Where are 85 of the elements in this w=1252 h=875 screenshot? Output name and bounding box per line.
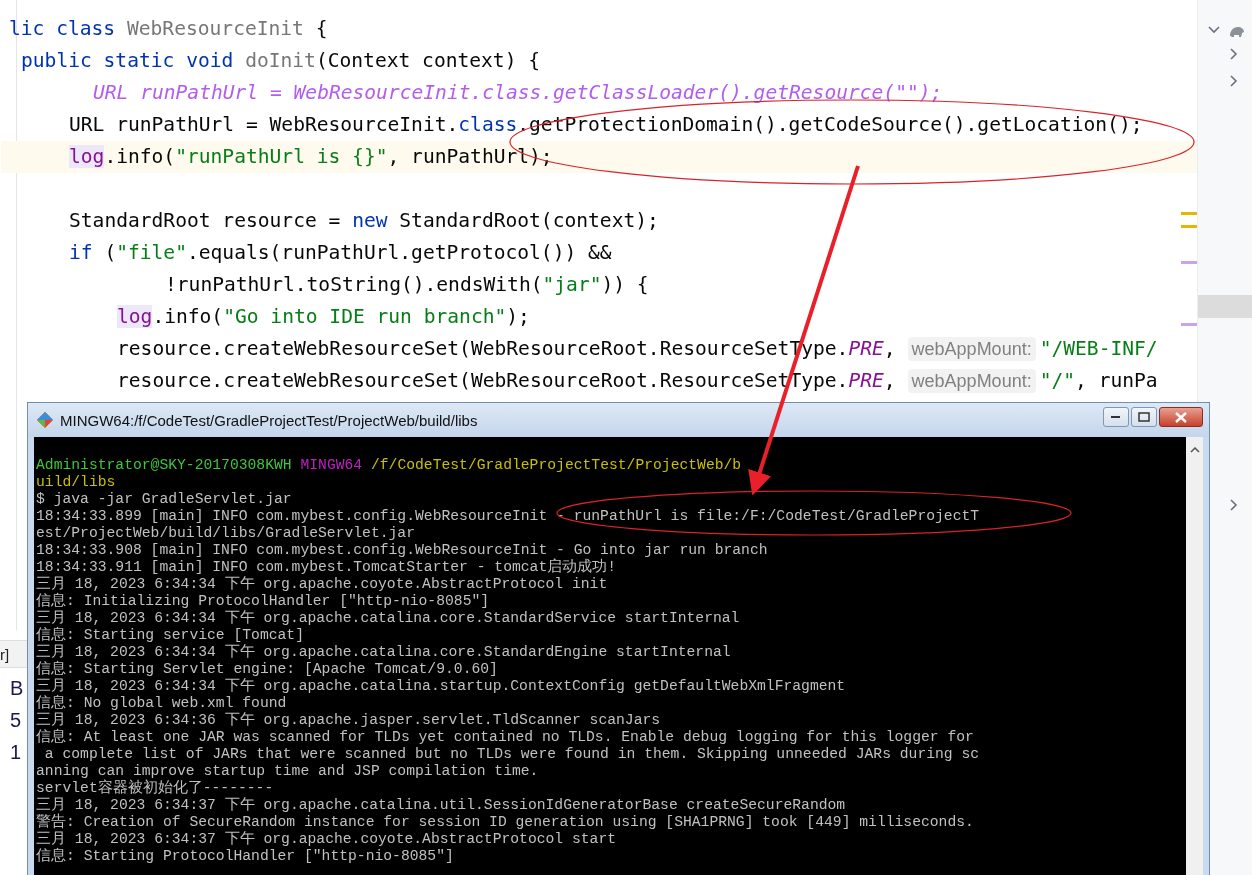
- minimize-button[interactable]: [1103, 407, 1129, 427]
- code-token: ,: [883, 337, 896, 360]
- code-token: "/WEB-INF/: [1039, 337, 1158, 360]
- minimize-icon: [1111, 415, 1121, 419]
- code-token: );: [506, 305, 530, 328]
- maximize-button[interactable]: [1131, 407, 1157, 427]
- chevron-right-icon[interactable]: [1230, 48, 1238, 60]
- terminal-output: 三月 18, 2023 6:34:34 下午 org.apache.catalina.startup.ContextConfig getDefaultWebXmlFragment: [36, 678, 846, 694]
- code-token: "runPathUrl is {}": [175, 145, 388, 168]
- code-token: PRE: [848, 369, 884, 392]
- parameter-hint: webAppMount:: [907, 369, 1036, 393]
- scrollbar[interactable]: [1186, 437, 1203, 875]
- code-token: )) {: [601, 273, 649, 296]
- terminal-output: 信息: Initializing ProtocolHandler ["http-nio-8085"]: [36, 593, 490, 609]
- code-token: "jar": [542, 273, 602, 296]
- prompt-path: uild/libs: [36, 474, 116, 490]
- code-token: URL runPathUrl = WebResourceInit.class.getClassLoader().getResource("");: [93, 81, 943, 104]
- terminal-output: anning can improve startup time and JSP compilation time.: [36, 763, 539, 779]
- prompt-shell: MINGW64: [300, 457, 363, 473]
- code-token: (Context context) {: [315, 49, 541, 72]
- scroll-up-icon[interactable]: [1189, 447, 1200, 453]
- code-token: .equals(runPathUrl.getProtocol()) &&: [186, 241, 612, 264]
- code-token: !runPathUrl.toString().endsWith(: [165, 273, 543, 296]
- code-token: PRE: [848, 337, 884, 360]
- usage-marker: [1181, 261, 1197, 264]
- terminal-output: a complete list of JARs that were scanned but no TLDs were found in them. Skipping unneeded JARs during sc: [43, 746, 980, 762]
- terminal-output: 18:34:33.908 [main] INFO com.mybest.config.WebResourceInit - Go into jar run branch: [36, 542, 768, 558]
- code-token: , runPa: [1075, 369, 1158, 392]
- terminal-output: servlet容器被初始化了--------: [36, 780, 274, 796]
- terminal-output: 信息: No global web.xml found: [36, 695, 287, 711]
- terminal-output: 信息: Starting ProtocolHandler ["http-nio-8085"]: [36, 848, 454, 864]
- close-button[interactable]: [1159, 407, 1203, 427]
- terminal-output: 三月 18, 2023 6:34:37 下午 org.apache.coyote.AbstractProtocol start: [36, 831, 617, 847]
- maximize-icon: [1138, 412, 1150, 422]
- code-token: .info(: [152, 305, 224, 328]
- chevron-down-icon[interactable]: [1208, 26, 1220, 34]
- terminal-output: $ java -jar GradleServlet.jar: [36, 491, 292, 507]
- code-token: {: [314, 17, 328, 40]
- code-token: ,: [883, 369, 896, 392]
- code-token: lic: [9, 17, 46, 40]
- code-token: URL runPathUrl = WebResourceInit.: [69, 113, 459, 136]
- terminal-output: 三月 18, 2023 6:34:34 下午 org.apache.catalina.core.StandardEngine startInternal: [36, 644, 731, 660]
- window-title: MINGW64:/f/CodeTest/GradleProjectTest/ProjectWeb/build/libs: [60, 411, 478, 429]
- chevron-right-icon[interactable]: [1230, 499, 1238, 511]
- terminal-output: 三月 18, 2023 6:34:34 下午 org.apache.catalina.core.StandardService startInternal: [36, 610, 740, 626]
- output-text: 1: [10, 741, 22, 763]
- tool-tab[interactable]: r]: [0, 645, 10, 663]
- terminal-output: 18:34:33.899 [main] INFO com.mybest.config.WebResourceInit - runPathUrl is file:/F:/CodeTest/GradleProjectT: [36, 508, 980, 524]
- code-token: "Go into IDE run branch": [223, 305, 507, 328]
- code-token: (: [103, 241, 117, 264]
- chevron-right-icon[interactable]: [1230, 75, 1238, 87]
- diamond-icon: [36, 411, 54, 429]
- code-token: if: [69, 241, 93, 264]
- terminal-output: 信息: Starting service [Tomcat]: [36, 627, 304, 643]
- code-token: doInit: [245, 49, 316, 72]
- terminal-output: 三月 18, 2023 6:34:34 下午 org.apache.coyote.AbstractProtocol init: [36, 576, 608, 592]
- terminal-output: 信息: At least one JAR was scanned for TLDs yet contained no TLDs. Enable debug logging for this logger for: [36, 729, 974, 745]
- code-token: "file": [116, 241, 187, 264]
- terminal-output: 三月 18, 2023 6:34:36 下午 org.apache.jasper.servlet.TldScanner scanJars: [36, 712, 661, 728]
- code-token: log: [69, 145, 105, 168]
- parameter-hint: webAppMount:: [907, 337, 1036, 361]
- code-token: class: [458, 113, 518, 136]
- code-token: WebResourceInit: [126, 17, 304, 40]
- output-text: B: [10, 677, 24, 699]
- elephant-icon: [1228, 24, 1246, 38]
- code-token: class: [56, 17, 117, 40]
- warning-marker: [1181, 225, 1197, 228]
- code-token: public static void: [21, 49, 235, 72]
- warning-marker: [1181, 212, 1197, 215]
- code-token: new: [352, 209, 388, 232]
- terminal-output: 警告: Creation of SecureRandom instance for session ID generation using [SHA1PRNG] took [449] milliseconds.: [36, 814, 974, 830]
- code-token: .info(: [104, 145, 176, 168]
- terminal-output: 信息: Starting Servlet engine: [Apache Tomcat/9.0.60]: [36, 661, 498, 677]
- terminal-output: est/ProjectWeb/build/libs/GradleServlet.jar: [36, 525, 415, 541]
- prompt-path: /f/CodeTest/GradleProjectTest/ProjectWeb/b: [370, 457, 742, 473]
- prompt-user: Administrator@SKY-20170308KWH: [36, 457, 292, 473]
- close-icon: [1175, 411, 1187, 423]
- terminal-output: 三月 18, 2023 6:34:37 下午 org.apache.catalina.util.SessionIdGeneratorBase createSecureRandom: [36, 797, 846, 813]
- terminal-output: 18:34:33.911 [main] INFO com.mybest.TomcatStarter - tomcat启动成功!: [36, 559, 617, 575]
- code-token: "/": [1039, 369, 1076, 392]
- code-token: StandardRoot(context);: [398, 209, 659, 232]
- code-token: StandardRoot resource =: [69, 209, 342, 232]
- usage-marker: [1181, 323, 1197, 326]
- output-text: 5: [10, 709, 22, 731]
- code-token: log: [117, 305, 153, 328]
